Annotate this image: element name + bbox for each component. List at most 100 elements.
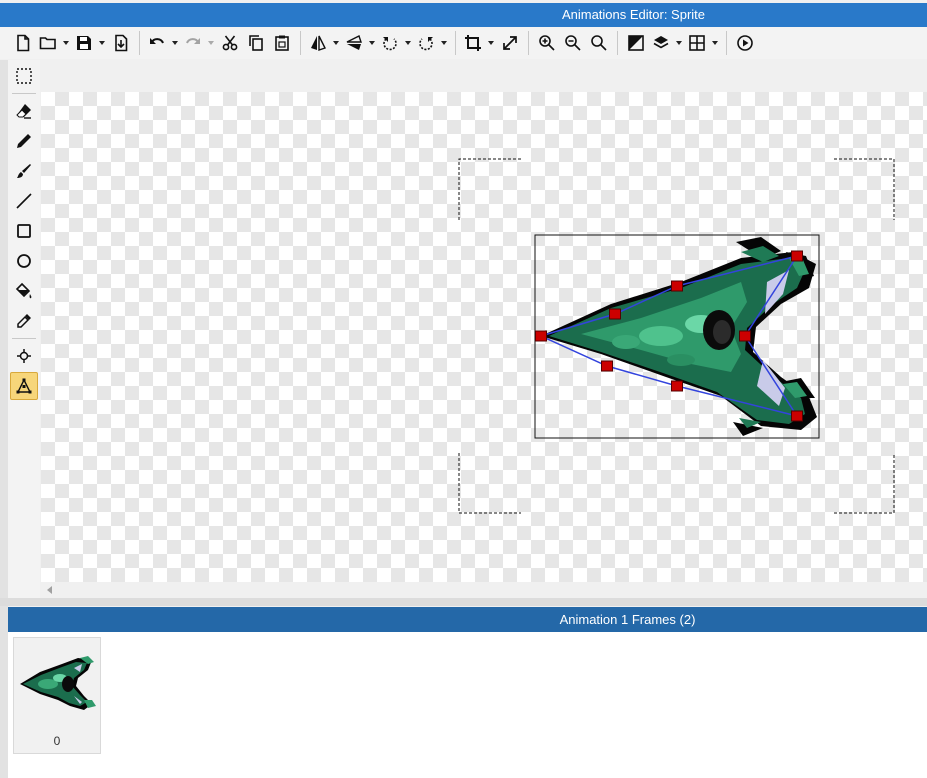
redo-button[interactable] (181, 30, 217, 56)
zoom-reset-button[interactable] (586, 30, 612, 56)
rotate-cw-icon (419, 37, 433, 51)
chevron-down-icon (405, 41, 411, 45)
play-icon (737, 35, 753, 51)
panel-splitter[interactable] (0, 598, 927, 606)
toolbar-separator (617, 31, 618, 55)
crosshair-icon (17, 349, 31, 363)
rotate-ccw-icon (383, 37, 397, 51)
polygon-handle[interactable] (739, 330, 751, 342)
zoom-out-button[interactable] (560, 30, 586, 56)
animations-editor-window: Animations Editor: Sprite Animation 1 Fr… (0, 0, 927, 778)
polygon-handle[interactable] (791, 410, 803, 422)
polygon-handle[interactable] (671, 380, 683, 392)
export-button[interactable] (108, 30, 134, 56)
new-file-button[interactable] (10, 30, 36, 56)
cut-button[interactable] (217, 30, 243, 56)
open-button[interactable] (36, 30, 72, 56)
horizontal-scrollbar[interactable] (41, 582, 927, 598)
eraser-tool-button[interactable] (10, 97, 38, 125)
marquee-select-icon (16, 68, 32, 84)
eyedropper-icon (17, 314, 31, 328)
origin-tool-button[interactable] (10, 342, 38, 370)
grid-button[interactable] (685, 30, 721, 56)
frame-thumbnail[interactable]: 0 (13, 637, 101, 754)
copy-icon (249, 35, 263, 51)
frame-index-label: 0 (53, 734, 61, 748)
pencil-icon (17, 134, 31, 148)
toolbar-separator (726, 31, 727, 55)
open-folder-icon (39, 37, 56, 50)
copy-button[interactable] (243, 30, 269, 56)
redo-icon (186, 38, 200, 44)
rectangle-icon (17, 224, 31, 238)
toolbar-separator (139, 31, 140, 55)
polygon-handle[interactable] (609, 308, 621, 320)
polygon-handle[interactable] (791, 250, 803, 262)
toolbar-separator (528, 31, 529, 55)
save-icon (77, 36, 91, 50)
flip-vertical-icon (346, 35, 362, 50)
tool-palette (8, 60, 40, 598)
new-file-icon (17, 34, 30, 52)
polygon-mask-tool-button[interactable] (10, 372, 38, 400)
flip-vertical-button[interactable] (342, 30, 378, 56)
polygon-vertex-icon (16, 378, 32, 394)
frames-panel: 0 (8, 632, 927, 778)
line-tool-button[interactable] (10, 187, 38, 215)
chevron-down-icon (99, 41, 105, 45)
frames-panel-title: Animation 1 Frames (2) (8, 607, 927, 632)
scroll-left-icon[interactable] (47, 586, 52, 594)
sprite-canvas[interactable] (41, 92, 927, 582)
select-tool-button[interactable] (10, 62, 38, 90)
eyedropper-tool-button[interactable] (10, 307, 38, 335)
rectangle-tool-button[interactable] (10, 217, 38, 245)
line-icon (16, 193, 32, 209)
play-button[interactable] (732, 30, 758, 56)
toolbar-separator (455, 31, 456, 55)
brush-tool-button[interactable] (10, 157, 38, 185)
undo-icon (150, 38, 164, 44)
pencil-tool-button[interactable] (10, 127, 38, 155)
zoom-in-icon (539, 35, 555, 51)
polygon-handle[interactable] (535, 330, 547, 342)
window-title: Animations Editor: Sprite (0, 3, 927, 27)
ellipse-tool-button[interactable] (10, 247, 38, 275)
rotate-cw-button[interactable] (414, 30, 450, 56)
frame-thumbnail-image (20, 656, 96, 710)
left-edge-strip (0, 60, 8, 778)
flip-horizontal-icon (311, 35, 326, 51)
polygon-handle[interactable] (601, 360, 613, 372)
fill-tool-button[interactable] (10, 277, 38, 305)
save-button[interactable] (72, 30, 108, 56)
zoom-out-icon (565, 35, 581, 51)
chevron-down-icon (63, 41, 69, 45)
zoom-reset-icon (591, 35, 607, 51)
undo-button[interactable] (145, 30, 181, 56)
polygon-handle[interactable] (671, 280, 683, 292)
crop-button[interactable] (461, 30, 497, 56)
chevron-down-icon (712, 41, 718, 45)
main-toolbar (0, 27, 927, 59)
eraser-icon (16, 104, 31, 119)
chevron-down-icon (488, 41, 494, 45)
chevron-down-icon (676, 41, 682, 45)
canvas-overlay (458, 158, 895, 514)
chevron-down-icon (172, 41, 178, 45)
chevron-down-icon (369, 41, 375, 45)
resize-button[interactable] (497, 30, 523, 56)
flip-horizontal-button[interactable] (306, 30, 342, 56)
mask-button[interactable] (623, 30, 649, 56)
export-icon (115, 34, 128, 52)
brush-icon (17, 164, 31, 178)
toolbar-separator (300, 31, 301, 55)
resize-icon (503, 36, 517, 50)
layers-button[interactable] (649, 30, 685, 56)
mask-icon (628, 35, 644, 51)
rotate-ccw-button[interactable] (378, 30, 414, 56)
zoom-in-button[interactable] (534, 30, 560, 56)
paste-button[interactable] (269, 30, 295, 56)
sprite-image[interactable] (541, 237, 817, 436)
sprite-body (549, 246, 809, 428)
layers-icon (653, 36, 669, 49)
crop-icon (465, 35, 481, 51)
